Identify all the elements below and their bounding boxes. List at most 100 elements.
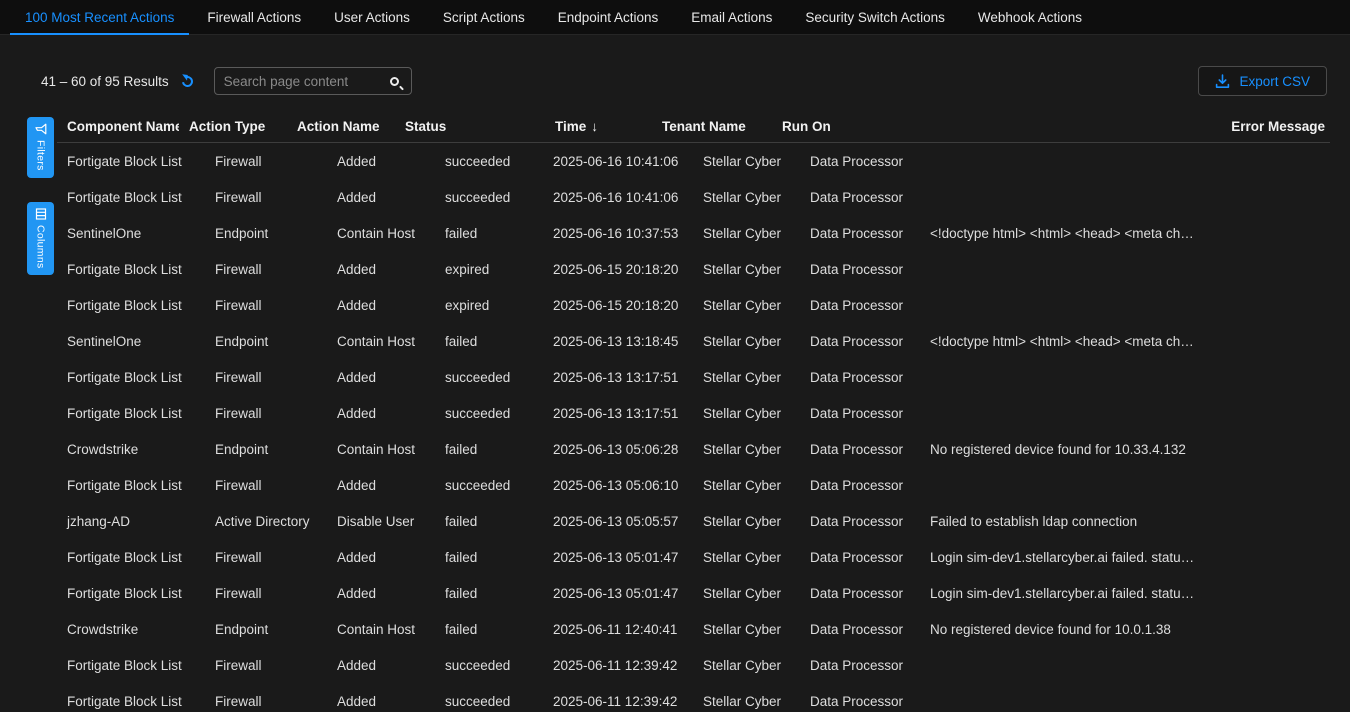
status-cell: failed	[435, 442, 543, 457]
action-type-cell: Firewall	[205, 694, 327, 709]
action-name-cell: Added	[327, 478, 435, 493]
component-name-cell: Fortigate Block List	[57, 694, 205, 709]
status-cell: succeeded	[435, 406, 543, 421]
search-input[interactable]	[224, 74, 390, 89]
error-message-cell: No registered device found for 10.0.1.38	[920, 622, 1330, 637]
column-header[interactable]: Tenant Name	[652, 119, 772, 134]
component-name-cell: Fortigate Block List	[57, 550, 205, 565]
time-cell: 2025-06-13 13:17:51	[543, 370, 693, 385]
column-header-label: Tenant Name	[662, 119, 746, 134]
status-cell: failed	[435, 334, 543, 349]
table-header-row: Component Name Action Type Action Name S…	[57, 110, 1330, 143]
table-row[interactable]: Fortigate Block List Firewall Added succ…	[57, 467, 1330, 503]
error-message-cell: No registered device found for 10.33.4.1…	[920, 442, 1330, 457]
column-header-label: Action Type	[189, 119, 265, 134]
actions-table: Component Name Action Type Action Name S…	[57, 110, 1330, 712]
table-columns-icon	[35, 208, 47, 220]
status-cell: failed	[435, 514, 543, 529]
action-name-cell: Disable User	[327, 514, 435, 529]
run-on-cell: Data Processor	[800, 154, 920, 169]
search-box[interactable]	[214, 67, 412, 95]
run-on-cell: Data Processor	[800, 586, 920, 601]
action-name-cell: Added	[327, 406, 435, 421]
status-cell: succeeded	[435, 658, 543, 673]
component-name-cell: Fortigate Block List	[57, 262, 205, 277]
error-message-cell: Failed to establish ldap connection	[920, 514, 1330, 529]
action-name-cell: Added	[327, 262, 435, 277]
table-row[interactable]: Fortigate Block List Firewall Added succ…	[57, 359, 1330, 395]
column-header[interactable]: Error Message	[1221, 119, 1330, 134]
table-row[interactable]: Fortigate Block List Firewall Added succ…	[57, 143, 1330, 179]
action-name-cell: Contain Host	[327, 334, 435, 349]
tab-item[interactable]: User Actions	[319, 0, 425, 34]
action-type-cell: Firewall	[205, 154, 327, 169]
component-name-cell: Fortigate Block List	[57, 586, 205, 601]
table-row[interactable]: SentinelOne Endpoint Contain Host failed…	[57, 215, 1330, 251]
tenant-name-cell: Stellar Cyber	[693, 478, 800, 493]
columns-tab[interactable]: Columns	[27, 202, 54, 276]
column-header[interactable]: Time ↓	[545, 119, 652, 134]
time-cell: 2025-06-16 10:41:06	[543, 154, 693, 169]
column-header[interactable]: Action Type	[179, 119, 287, 134]
filters-tab[interactable]: Filters	[27, 117, 54, 178]
tab-item[interactable]: Security Switch Actions	[790, 0, 960, 34]
refresh-button[interactable]	[179, 72, 197, 90]
run-on-cell: Data Processor	[800, 190, 920, 205]
tab-item[interactable]: Email Actions	[676, 0, 787, 34]
tab-item-label: Webhook Actions	[978, 10, 1082, 25]
table-row[interactable]: Fortigate Block List Firewall Added expi…	[57, 251, 1330, 287]
column-header[interactable]: Status	[395, 119, 545, 134]
tenant-name-cell: Stellar Cyber	[693, 658, 800, 673]
time-cell: 2025-06-13 05:01:47	[543, 550, 693, 565]
table-row[interactable]: SentinelOne Endpoint Contain Host failed…	[57, 323, 1330, 359]
run-on-cell: Data Processor	[800, 334, 920, 349]
table-row[interactable]: Fortigate Block List Firewall Added fail…	[57, 539, 1330, 575]
sort-desc-icon[interactable]: ↓	[591, 119, 598, 134]
status-cell: failed	[435, 550, 543, 565]
side-tabs: Filters Columns	[27, 117, 54, 275]
error-message-cell: <!doctype html> <html> <head> <meta ch…	[920, 226, 1330, 241]
tenant-name-cell: Stellar Cyber	[693, 586, 800, 601]
table-body: Fortigate Block List Firewall Added succ…	[57, 143, 1330, 712]
error-message-cell: Login sim-dev1.stellarcyber.ai failed. s…	[920, 550, 1330, 565]
table-row[interactable]: Fortigate Block List Firewall Added expi…	[57, 287, 1330, 323]
table-row[interactable]: Fortigate Block List Firewall Added succ…	[57, 683, 1330, 712]
action-type-cell: Firewall	[205, 190, 327, 205]
status-cell: failed	[435, 226, 543, 241]
tab-item[interactable]: Script Actions	[428, 0, 540, 34]
action-type-cell: Firewall	[205, 550, 327, 565]
column-header[interactable]: Component Name	[57, 119, 179, 134]
tab-item[interactable]: Webhook Actions	[963, 0, 1097, 34]
tab-item[interactable]: 100 Most Recent Actions	[10, 0, 189, 34]
error-message-cell: <!doctype html> <html> <head> <meta ch…	[920, 334, 1330, 349]
table-row[interactable]: jzhang-AD Active Directory Disable User …	[57, 503, 1330, 539]
action-name-cell: Contain Host	[327, 442, 435, 457]
component-name-cell: Fortigate Block List	[57, 298, 205, 313]
export-csv-button[interactable]: Export CSV	[1198, 66, 1327, 96]
component-name-cell: Fortigate Block List	[57, 370, 205, 385]
status-cell: succeeded	[435, 370, 543, 385]
table-row[interactable]: Fortigate Block List Firewall Added succ…	[57, 647, 1330, 683]
time-cell: 2025-06-16 10:41:06	[543, 190, 693, 205]
run-on-cell: Data Processor	[800, 370, 920, 385]
table-row[interactable]: Crowdstrike Endpoint Contain Host failed…	[57, 611, 1330, 647]
column-header-label: Status	[405, 119, 446, 134]
column-header-label: Time	[555, 119, 586, 134]
status-cell: succeeded	[435, 154, 543, 169]
time-cell: 2025-06-15 20:18:20	[543, 298, 693, 313]
tenant-name-cell: Stellar Cyber	[693, 262, 800, 277]
component-name-cell: Fortigate Block List	[57, 154, 205, 169]
action-type-cell: Firewall	[205, 298, 327, 313]
run-on-cell: Data Processor	[800, 550, 920, 565]
time-cell: 2025-06-15 20:18:20	[543, 262, 693, 277]
tab-item[interactable]: Endpoint Actions	[543, 0, 674, 34]
column-header[interactable]: Action Name	[287, 119, 395, 134]
table-row[interactable]: Fortigate Block List Firewall Added succ…	[57, 179, 1330, 215]
tab-item[interactable]: Firewall Actions	[192, 0, 316, 34]
tab-item-label: Endpoint Actions	[558, 10, 659, 25]
run-on-cell: Data Processor	[800, 514, 920, 529]
table-row[interactable]: Crowdstrike Endpoint Contain Host failed…	[57, 431, 1330, 467]
table-row[interactable]: Fortigate Block List Firewall Added succ…	[57, 395, 1330, 431]
table-row[interactable]: Fortigate Block List Firewall Added fail…	[57, 575, 1330, 611]
column-header[interactable]: Run On	[772, 119, 1221, 134]
